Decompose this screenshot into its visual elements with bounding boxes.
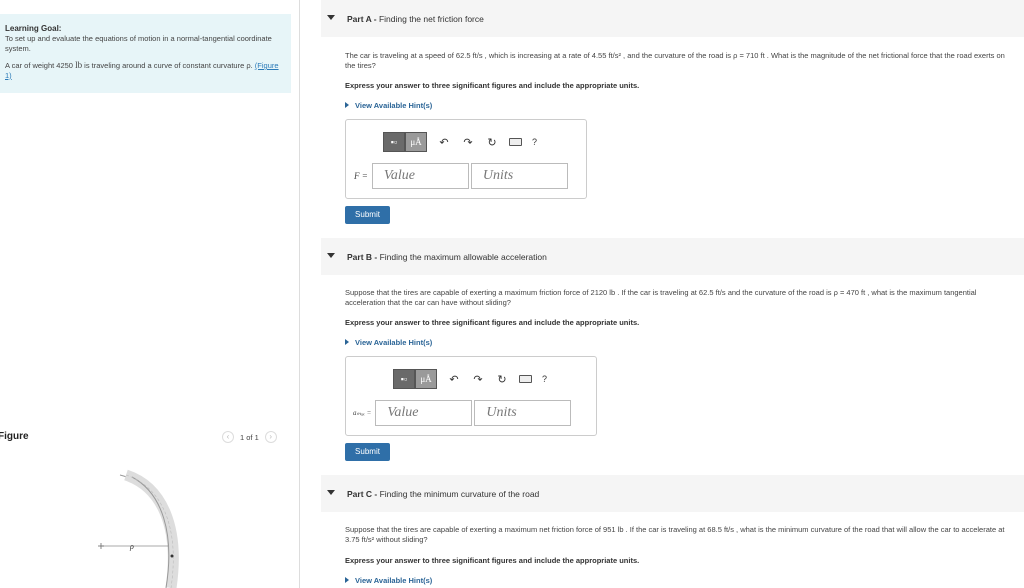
part-b-field-row: aₘₐₓ = Value Units	[353, 400, 573, 426]
figure-counter: 1 of 1	[240, 432, 259, 442]
part-b-toolbar: ▪▫ μÅ ↶ ↷ ↻ ?	[393, 369, 547, 389]
goal-text: To set up and evaluate the equations of …	[5, 34, 272, 53]
part-a-toolbar: ▪▫ μÅ ↶ ↷ ↻ ?	[383, 132, 537, 152]
redo-icon[interactable]: ↷	[461, 136, 475, 149]
expand-arrow-icon	[345, 102, 349, 108]
part-b-submit-button[interactable]: Submit	[345, 443, 390, 461]
part-a-question: The car is traveling at a speed of 62.5 …	[345, 51, 1005, 70]
problem-statement: A car of weight 4250 lb is traveling aro…	[5, 60, 286, 81]
part-c-hint-link[interactable]: View Available Hint(s)	[345, 576, 432, 585]
part-b-instruction: Express your answer to three significant…	[345, 318, 640, 327]
problem-unit: lb	[75, 60, 83, 70]
figure-road-curve: ρ	[98, 469, 179, 588]
part-c-header[interactable]: Part C - Finding the minimum curvature o…	[321, 475, 1024, 512]
part-b-units-input[interactable]: Units	[474, 400, 572, 426]
figure-nav: ‹ 1 of 1 ›	[222, 431, 277, 443]
collapse-caret-icon[interactable]	[327, 253, 335, 258]
templates-icon[interactable]: ▪▫	[383, 132, 405, 152]
part-b-field-label: aₘₐₓ =	[353, 409, 372, 417]
part-b-hint-link[interactable]: View Available Hint(s)	[345, 338, 432, 347]
collapse-caret-icon[interactable]	[327, 15, 335, 20]
templates-icon[interactable]: ▪▫	[393, 369, 415, 389]
part-a-title: Part A - Finding the net friction force	[347, 14, 484, 24]
reset-icon[interactable]: ↻	[485, 136, 499, 149]
part-a-header[interactable]: Part A - Finding the net friction force	[321, 0, 1024, 37]
part-b-question: Suppose that the tires are capable of ex…	[345, 288, 977, 307]
toolbar-group: ▪▫ μÅ	[393, 369, 437, 389]
expand-arrow-icon	[345, 577, 349, 583]
part-a-units-input[interactable]: Units	[470, 163, 568, 189]
undo-icon[interactable]: ↶	[447, 373, 461, 386]
undo-icon[interactable]: ↶	[437, 136, 451, 149]
keyboard-icon[interactable]	[519, 375, 532, 383]
figure-header: Figure ‹ 1 of 1 ›	[0, 430, 291, 448]
part-b-header[interactable]: Part B - Finding the maximum allowable a…	[321, 238, 1024, 275]
problem-pre: A car of weight 4250	[5, 61, 73, 70]
part-b-answer-box: ▪▫ μÅ ↶ ↷ ↻ ? aₘₐₓ = Value Units	[345, 356, 597, 436]
part-a-instruction: Express your answer to three significant…	[345, 81, 640, 90]
keyboard-icon[interactable]	[509, 138, 522, 146]
part-a-submit-button[interactable]: Submit	[345, 206, 390, 224]
part-a-value-input[interactable]: Value	[371, 163, 469, 189]
part-a-hint-link[interactable]: View Available Hint(s)	[345, 101, 432, 110]
part-c-question: Suppose that the tires are capable of ex…	[345, 525, 1005, 544]
toolbar-group: ▪▫ μÅ	[383, 132, 427, 152]
figure-title: Figure	[0, 431, 29, 442]
units-button[interactable]: μÅ	[415, 369, 437, 389]
expand-arrow-icon	[345, 339, 349, 345]
part-c-instruction: Express your answer to three significant…	[345, 556, 640, 565]
part-a-field-label: F =	[354, 171, 368, 181]
prev-figure-button[interactable]: ‹	[222, 431, 234, 443]
problem-post: is traveling around a curve of constant …	[84, 61, 253, 70]
next-figure-button[interactable]: ›	[264, 431, 277, 443]
part-c-title: Part C - Finding the minimum curvature o…	[347, 489, 540, 499]
units-button[interactable]: μÅ	[405, 132, 427, 152]
part-b-title: Part B - Finding the maximum allowable a…	[347, 252, 547, 262]
part-b-value-input[interactable]: Value	[375, 400, 473, 426]
car-dot	[170, 554, 174, 558]
left-panel: Learning Goal: To set up and evaluate th…	[0, 0, 300, 588]
redo-icon[interactable]: ↷	[471, 373, 485, 386]
rho-label: ρ	[129, 542, 134, 551]
right-panel: Part A - Finding the net friction force …	[321, 0, 1024, 588]
reset-icon[interactable]: ↻	[495, 373, 509, 386]
help-button[interactable]: ?	[542, 374, 547, 384]
collapse-caret-icon[interactable]	[327, 490, 335, 495]
goal-title: Learning Goal:	[5, 24, 62, 33]
learning-goal-box: Learning Goal: To set up and evaluate th…	[0, 14, 291, 93]
part-a-field-row: F = Value Units	[354, 163, 570, 189]
part-a-answer-box: ▪▫ μÅ ↶ ↷ ↻ ? F = Value Units	[345, 119, 587, 199]
help-button[interactable]: ?	[532, 137, 537, 147]
